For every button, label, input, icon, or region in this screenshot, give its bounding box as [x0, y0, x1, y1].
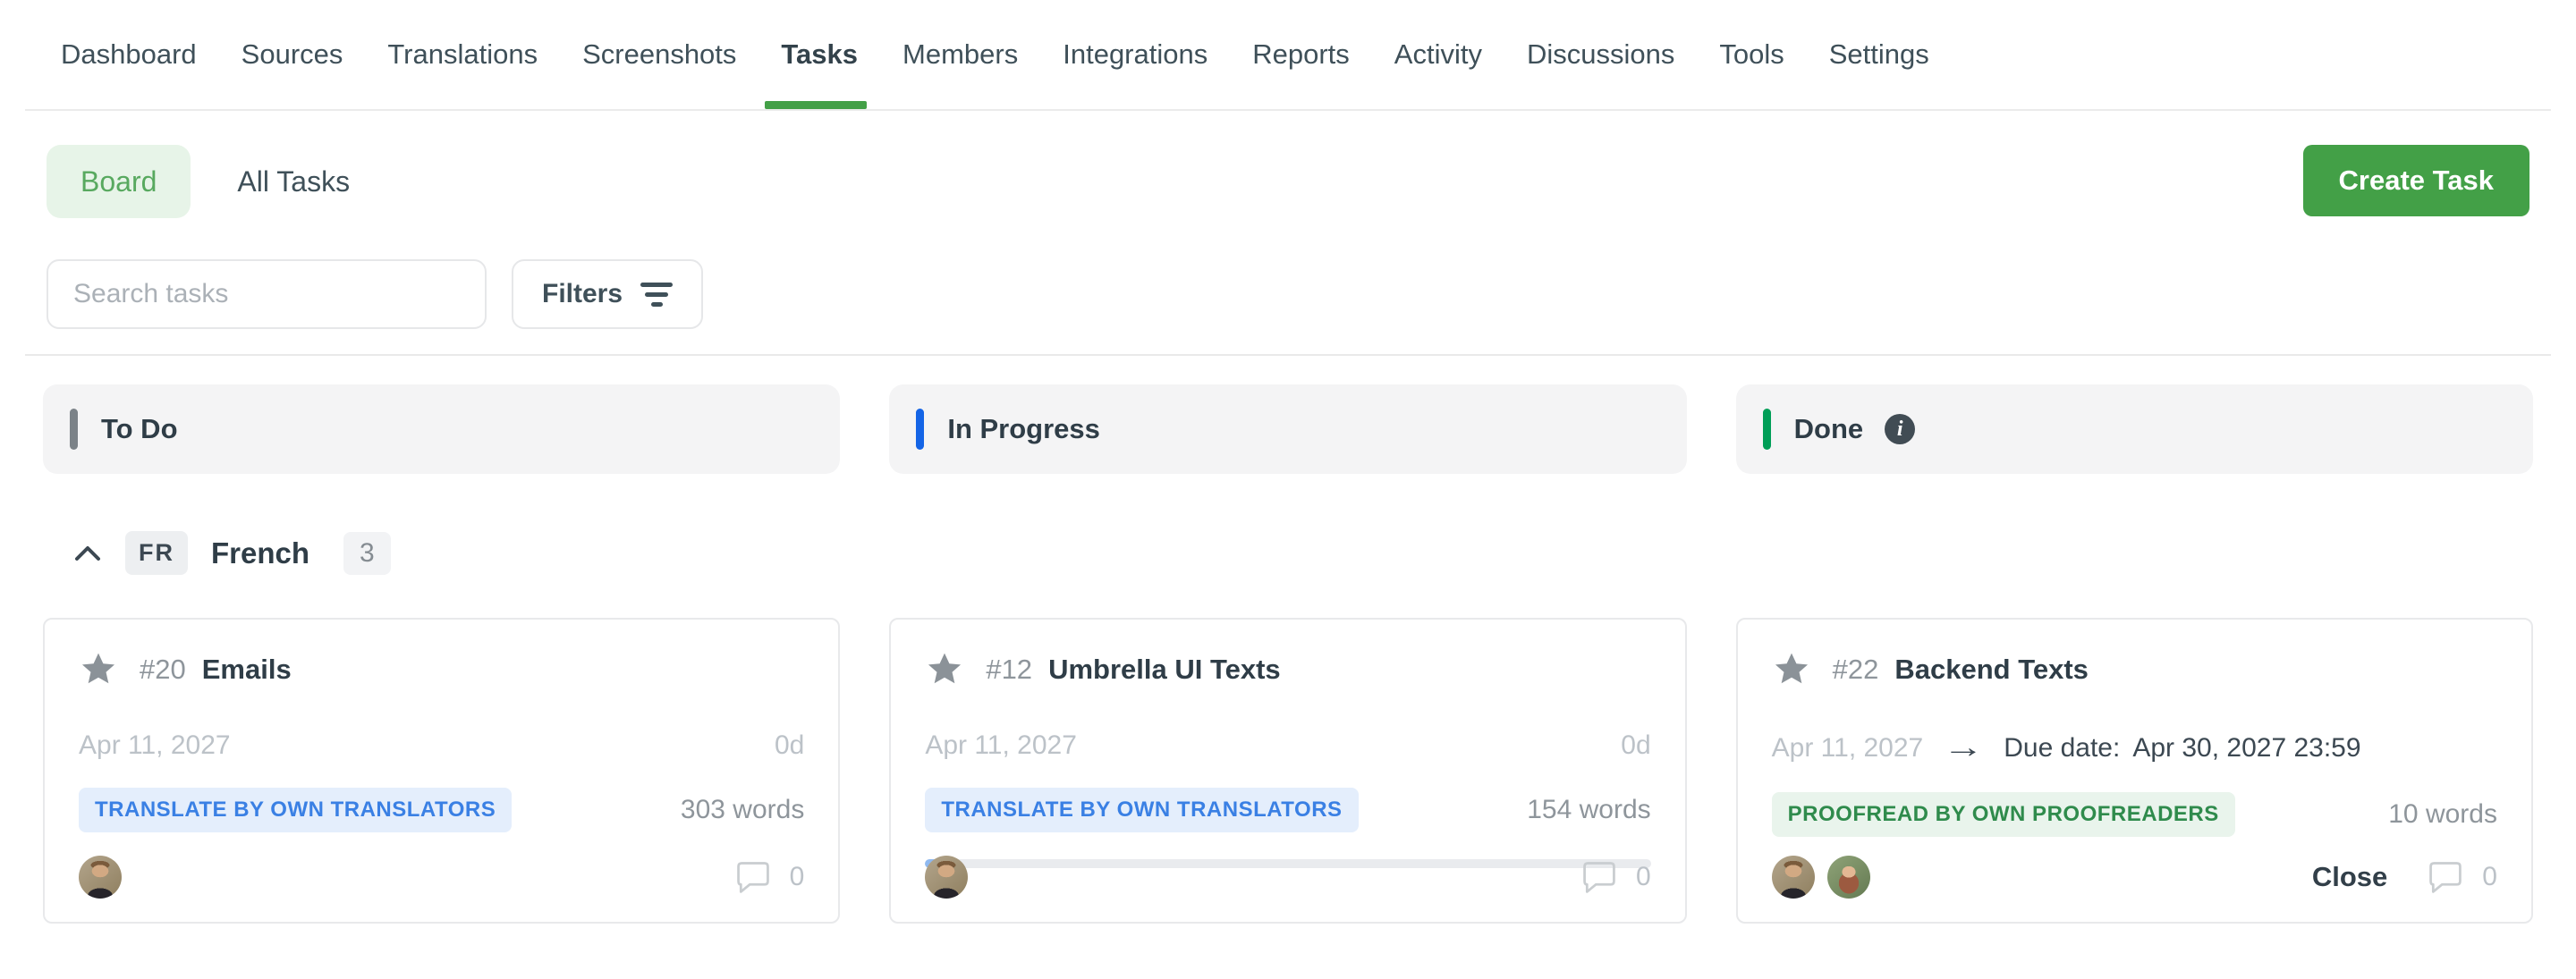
- task-title[interactable]: Backend Texts: [1894, 654, 2089, 686]
- card-header: #22 Backend Texts: [1772, 650, 2497, 689]
- column-header-in-progress: In Progress: [889, 384, 1686, 474]
- todo-status-pill: [70, 409, 78, 450]
- view-tabs-row: Board All Tasks Create Task: [0, 145, 2576, 218]
- task-id: #22: [1833, 654, 1879, 686]
- due-date-label: Due date:: [2004, 733, 2120, 764]
- card-footer: 0: [925, 856, 1650, 899]
- nav-item-integrations[interactable]: Integrations: [1063, 0, 1208, 109]
- comment-icon[interactable]: [734, 859, 772, 895]
- column-header-done: Done i: [1736, 384, 2533, 474]
- star-icon[interactable]: [925, 650, 964, 689]
- nav-item-tools[interactable]: Tools: [1719, 0, 1784, 109]
- star-icon[interactable]: [79, 650, 118, 689]
- language-task-count: 3: [343, 532, 391, 575]
- nav-item-discussions[interactable]: Discussions: [1527, 0, 1674, 109]
- task-duration: 0d: [1621, 730, 1650, 761]
- nav-item-screenshots[interactable]: Screenshots: [582, 0, 736, 109]
- task-card-backend-texts[interactable]: #22 Backend Texts Apr 11, 2027 → Due dat…: [1736, 618, 2533, 924]
- comment-count: 0: [1636, 862, 1651, 892]
- task-card-emails[interactable]: #20 Emails Apr 11, 2027 0d TRANSLATE BY …: [43, 618, 840, 924]
- avatar[interactable]: [1772, 856, 1815, 899]
- nav-item-settings[interactable]: Settings: [1829, 0, 1929, 109]
- nav-item-translations[interactable]: Translations: [387, 0, 538, 109]
- column-header-todo: To Do: [43, 384, 840, 474]
- comment-count: 0: [790, 862, 805, 892]
- search-row: Filters: [0, 259, 2576, 329]
- column-title: To Do: [101, 413, 178, 445]
- word-count: 10 words: [2388, 799, 2497, 830]
- task-date: Apr 11, 2027: [79, 730, 231, 761]
- card-header: #20 Emails: [79, 650, 804, 689]
- task-id: #20: [140, 654, 186, 686]
- card-dates-row: Apr 11, 2027 0d: [925, 730, 1650, 761]
- done-status-pill: [1763, 409, 1771, 450]
- tab-board[interactable]: Board: [47, 145, 191, 218]
- card-dates-row: Apr 11, 2027 0d: [79, 730, 804, 761]
- nav-item-dashboard[interactable]: Dashboard: [61, 0, 197, 109]
- nav-item-sources[interactable]: Sources: [242, 0, 343, 109]
- avatar[interactable]: [925, 856, 968, 899]
- comment-icon[interactable]: [2427, 859, 2464, 895]
- board-column-headers: To Do In Progress Done i: [0, 356, 2576, 474]
- task-type-badge: TRANSLATE BY OWN TRANSLATORS: [79, 788, 512, 832]
- language-group-row: FR French 3: [43, 531, 2533, 575]
- search-input[interactable]: [47, 259, 487, 329]
- close-task-link[interactable]: Close: [2312, 861, 2387, 893]
- card-badge-row: TRANSLATE BY OWN TRANSLATORS 303 words: [79, 788, 804, 832]
- avatar[interactable]: [79, 856, 122, 899]
- avatar[interactable]: [1827, 856, 1870, 899]
- nav-item-reports[interactable]: Reports: [1252, 0, 1350, 109]
- task-type-badge: PROOFREAD BY OWN PROOFREADERS: [1772, 792, 2235, 837]
- task-cards-row: #20 Emails Apr 11, 2027 0d TRANSLATE BY …: [0, 618, 2576, 924]
- language-code-badge: FR: [125, 531, 188, 575]
- filters-button[interactable]: Filters: [512, 259, 703, 329]
- chevron-up-icon[interactable]: [73, 544, 102, 563]
- card-footer-right: 0: [1580, 859, 1651, 895]
- task-id: #12: [986, 654, 1032, 686]
- arrow-right-icon: →: [1943, 730, 1984, 765]
- card-dates-row: Apr 11, 2027 → Due date: Apr 30, 2027 23…: [1772, 730, 2497, 765]
- tab-all-tasks[interactable]: All Tasks: [237, 165, 350, 198]
- task-duration: 0d: [775, 730, 804, 761]
- card-badge-row: TRANSLATE BY OWN TRANSLATORS 154 words: [925, 788, 1650, 832]
- assignee-avatars: [925, 856, 968, 899]
- task-title[interactable]: Emails: [202, 654, 292, 686]
- task-title[interactable]: Umbrella UI Texts: [1048, 654, 1281, 686]
- filters-button-label: Filters: [542, 279, 623, 309]
- word-count: 154 words: [1527, 795, 1650, 825]
- star-icon[interactable]: [1772, 650, 1811, 689]
- due-date-value: Apr 30, 2027 23:59: [2132, 733, 2360, 764]
- column-title: Done: [1794, 413, 1864, 445]
- task-date: Apr 11, 2027: [1772, 733, 1924, 764]
- comment-icon[interactable]: [1580, 859, 1618, 895]
- word-count: 303 words: [681, 795, 804, 825]
- nav-item-members[interactable]: Members: [902, 0, 1018, 109]
- nav-item-activity[interactable]: Activity: [1394, 0, 1482, 109]
- nav-divider: [25, 109, 2551, 111]
- column-title: In Progress: [947, 413, 1100, 445]
- nav-item-tasks[interactable]: Tasks: [781, 0, 858, 109]
- task-type-badge: TRANSLATE BY OWN TRANSLATORS: [925, 788, 1358, 832]
- filter-icon: [640, 283, 673, 307]
- card-footer: Close 0: [1772, 856, 2497, 899]
- create-task-button[interactable]: Create Task: [2303, 145, 2529, 216]
- card-header: #12 Umbrella UI Texts: [925, 650, 1650, 689]
- info-icon[interactable]: i: [1885, 414, 1915, 444]
- card-footer-right: 0: [734, 859, 805, 895]
- card-footer: 0: [79, 856, 804, 899]
- card-footer-right: Close 0: [2312, 859, 2497, 895]
- in-progress-status-pill: [916, 409, 924, 450]
- language-name: French: [211, 536, 309, 570]
- task-card-umbrella-ui-texts[interactable]: #12 Umbrella UI Texts Apr 11, 2027 0d TR…: [889, 618, 1686, 924]
- task-date: Apr 11, 2027: [925, 730, 1077, 761]
- card-badge-row: PROOFREAD BY OWN PROOFREADERS 10 words: [1772, 792, 2497, 837]
- assignee-avatars: [1772, 856, 1870, 899]
- comment-count: 0: [2482, 862, 2497, 892]
- assignee-avatars: [79, 856, 122, 899]
- top-navigation: Dashboard Sources Translations Screensho…: [0, 0, 2576, 109]
